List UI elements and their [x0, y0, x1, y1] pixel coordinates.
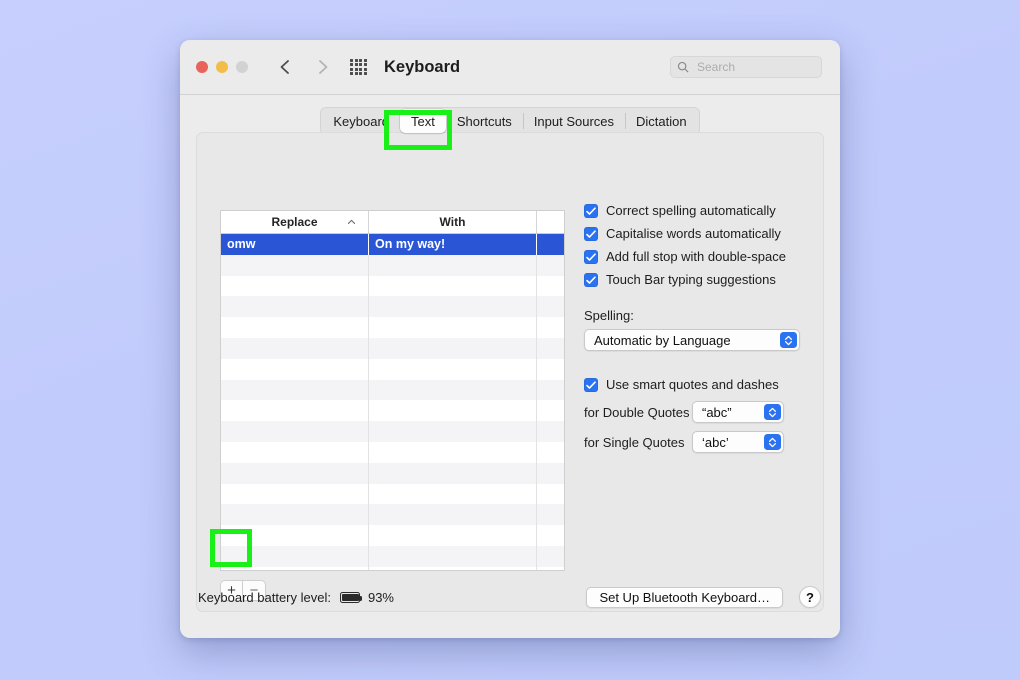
chevron-updown-icon: [780, 332, 797, 348]
table-row-empty[interactable]: [221, 400, 564, 422]
table-row-empty[interactable]: [221, 337, 564, 359]
checkbox-checked-icon[interactable]: [584, 378, 598, 392]
double-quotes-row: for Double Quotes “abc”: [584, 401, 809, 423]
column-header-replace[interactable]: Replace: [221, 211, 369, 233]
table-row-empty[interactable]: [221, 317, 564, 338]
battery-icon: [339, 592, 363, 603]
tab-input-sources[interactable]: Input Sources: [522, 109, 625, 133]
option-label: Use smart quotes and dashes: [606, 377, 779, 392]
table-row-empty[interactable]: [221, 566, 564, 570]
set-up-bluetooth-keyboard-button[interactable]: Set Up Bluetooth Keyboard…: [586, 587, 783, 608]
text-settings-panel: Replace With omw On my way! + − Correct …: [196, 132, 824, 612]
option-touch-bar-suggestions[interactable]: Touch Bar typing suggestions: [584, 272, 809, 288]
table-row-empty[interactable]: [221, 358, 564, 380]
double-quotes-label: for Double Quotes: [584, 404, 690, 420]
single-quotes-row: for Single Quotes ‘abc’: [584, 431, 809, 453]
battery-label: Keyboard battery level:: [198, 590, 331, 605]
option-correct-spelling[interactable]: Correct spelling automatically: [584, 203, 809, 219]
double-quotes-value: “abc”: [702, 404, 732, 420]
table-row-empty[interactable]: [221, 483, 564, 505]
column-header-extra: [537, 211, 564, 233]
search-input[interactable]: [695, 59, 815, 75]
column-header-with-label: With: [439, 215, 466, 229]
window-controls: [196, 61, 248, 73]
table-header-row: Replace With: [221, 211, 564, 234]
table-row-empty[interactable]: [221, 254, 564, 276]
table-row-empty[interactable]: [221, 296, 564, 318]
table-body: omw On my way!: [221, 234, 564, 570]
keyboard-preferences-window: Keyboard Keyboard Text Shortcuts Input S…: [180, 40, 840, 638]
spelling-dropdown[interactable]: Automatic by Language: [584, 329, 800, 351]
close-button[interactable]: [196, 61, 208, 73]
checkbox-checked-icon[interactable]: [584, 273, 598, 287]
search-field[interactable]: [670, 56, 822, 78]
zoom-button[interactable]: [236, 61, 248, 73]
tab-text[interactable]: Text: [400, 109, 446, 133]
option-add-full-stop[interactable]: Add full stop with double-space: [584, 249, 809, 265]
table-row-empty[interactable]: [221, 545, 564, 567]
option-label: Add full stop with double-space: [606, 249, 786, 264]
show-all-grid-icon[interactable]: [350, 59, 367, 75]
column-header-replace-label: Replace: [271, 215, 318, 229]
cell-with: On my way!: [369, 234, 537, 255]
bottom-bar: Keyboard battery level: 93% Set Up Bluet…: [180, 576, 840, 638]
forward-arrow-icon[interactable]: [312, 56, 334, 78]
table-row[interactable]: omw On my way!: [221, 234, 564, 255]
option-smart-quotes[interactable]: Use smart quotes and dashes: [584, 377, 809, 393]
option-label: Correct spelling automatically: [606, 203, 776, 218]
single-quotes-dropdown[interactable]: ‘abc’: [692, 431, 784, 453]
window-titlebar: Keyboard: [180, 40, 840, 95]
checkbox-checked-icon[interactable]: [584, 204, 598, 218]
table-row-empty[interactable]: [221, 379, 564, 401]
tab-keyboard[interactable]: Keyboard: [322, 109, 400, 133]
table-row-empty[interactable]: [221, 441, 564, 463]
table-row-empty[interactable]: [221, 504, 564, 526]
spelling-dropdown-value: Automatic by Language: [594, 332, 731, 348]
back-arrow-icon[interactable]: [274, 56, 296, 78]
cell-replace: omw: [221, 234, 369, 255]
table-row-empty[interactable]: [221, 275, 564, 297]
page-title: Keyboard: [384, 57, 461, 76]
single-quotes-value: ‘abc’: [702, 434, 729, 450]
tab-dictation[interactable]: Dictation: [625, 109, 698, 133]
table-row-empty[interactable]: [221, 525, 564, 546]
option-label: Touch Bar typing suggestions: [606, 272, 776, 287]
table-row-empty[interactable]: [221, 421, 564, 442]
battery-percent: 93%: [367, 590, 394, 605]
option-capitalise-words[interactable]: Capitalise words automatically: [584, 226, 809, 242]
search-icon: [677, 61, 689, 73]
double-quotes-dropdown[interactable]: “abc”: [692, 401, 784, 423]
table-row-empty[interactable]: [221, 462, 564, 484]
help-button[interactable]: ?: [799, 586, 821, 608]
option-label: Capitalise words automatically: [606, 226, 781, 241]
column-header-with[interactable]: With: [369, 211, 537, 233]
spelling-label: Spelling:: [584, 308, 634, 323]
chevron-updown-icon: [764, 434, 781, 450]
checkbox-checked-icon[interactable]: [584, 227, 598, 241]
text-options: Correct spelling automatically Capitalis…: [584, 203, 809, 453]
text-replacement-table[interactable]: Replace With omw On my way!: [220, 210, 565, 571]
single-quotes-label: for Single Quotes: [584, 434, 685, 450]
cell-extra: [537, 234, 564, 255]
chevron-up-icon: [347, 219, 356, 224]
battery-status: Keyboard battery level: 93%: [198, 590, 394, 605]
checkbox-checked-icon[interactable]: [584, 250, 598, 264]
chevron-updown-icon: [764, 404, 781, 420]
tab-shortcuts[interactable]: Shortcuts: [446, 109, 523, 133]
minimize-button[interactable]: [216, 61, 228, 73]
